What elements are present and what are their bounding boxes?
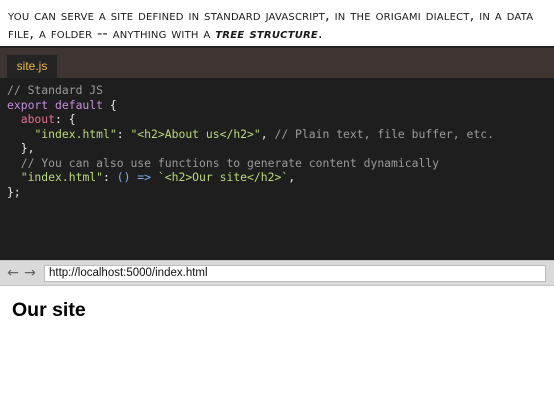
code-punct: , bbox=[260, 126, 275, 141]
code-editor[interactable]: // Standard JS export default { about: { … bbox=[0, 78, 554, 260]
code-punct: : bbox=[116, 126, 131, 141]
browser-toolbar: ← → http://localhost:5000/index.html bbox=[0, 260, 554, 286]
tab-site-js[interactable]: site.js bbox=[7, 55, 57, 78]
code-punct: : bbox=[103, 170, 117, 184]
address-bar[interactable]: http://localhost:5000/index.html bbox=[44, 265, 546, 282]
code-comment: // Plain text, file buffer, etc. bbox=[274, 126, 494, 141]
code-punct: }, bbox=[20, 141, 35, 155]
code-punct: }; bbox=[7, 184, 21, 199]
code-template-string: `<h2>Our site</h2>` bbox=[157, 170, 289, 184]
editor-tab-bar: site.js bbox=[0, 48, 554, 78]
code-line-7: "index.html": () => `<h2>Our site</h2>`, bbox=[7, 170, 554, 185]
back-arrow-icon[interactable]: ← bbox=[5, 264, 21, 282]
code-string-key: "index.html" bbox=[34, 126, 117, 141]
page-heading: Our site bbox=[12, 299, 86, 321]
code-line-4: "index.html": "<h2>About us</h2>", // Pl… bbox=[7, 127, 554, 142]
code-property: about bbox=[20, 112, 56, 126]
code-keyword: export default bbox=[7, 97, 104, 112]
code-string-value: "<h2>About us</h2>" bbox=[130, 126, 261, 141]
caption-text: You can serve a site defined in standard… bbox=[0, 0, 554, 48]
code-string-key: "index.html" bbox=[20, 170, 104, 184]
code-comment: // Standard JS bbox=[7, 83, 104, 97]
code-punct: : { bbox=[55, 112, 76, 126]
code-punct: { bbox=[103, 97, 117, 112]
code-line-5: }, bbox=[7, 141, 554, 156]
forward-arrow-icon[interactable]: → bbox=[22, 264, 38, 282]
code-arrow-function: () => bbox=[116, 170, 152, 184]
code-line-8: }; bbox=[7, 185, 554, 200]
code-punct: , bbox=[288, 170, 296, 184]
caption-end: . bbox=[317, 26, 323, 42]
caption-emphasis: tree structure bbox=[215, 26, 318, 42]
code-comment: // You can also use functions to generat… bbox=[20, 155, 440, 170]
code-line-2: export default { bbox=[7, 98, 554, 113]
browser-page-view: Our site bbox=[0, 286, 554, 416]
code-line-1: // Standard JS bbox=[7, 83, 554, 98]
code-line-3: about: { bbox=[7, 112, 554, 127]
code-punct bbox=[151, 170, 158, 184]
code-line-6: // You can also use functions to generat… bbox=[7, 156, 554, 171]
